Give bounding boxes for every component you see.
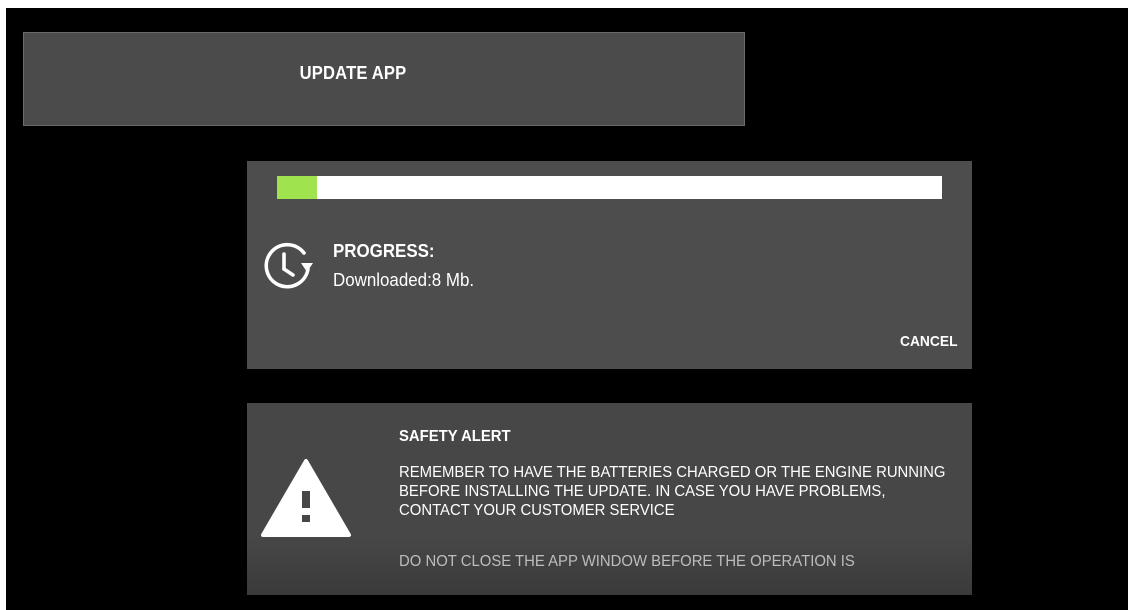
progress-panel: PROGRESS: Downloaded:8 Mb. CANCEL — [247, 161, 972, 369]
warning-icon — [261, 459, 351, 537]
progress-bar — [277, 176, 942, 199]
progress-bar-fill — [277, 176, 317, 199]
page-title: UPDATE APP — [299, 62, 407, 83]
clock-refresh-icon — [264, 242, 313, 289]
cancel-button[interactable]: CANCEL — [900, 333, 958, 350]
app-screen: UPDATE APP PROGRESS: Downloaded:8 Mb. CA… — [6, 8, 1128, 610]
header-bar: UPDATE APP — [23, 32, 745, 126]
alert-title: SAFETY ALERT — [399, 428, 511, 445]
alert-warning-text: DO NOT CLOSE THE APP WINDOW BEFORE THE O… — [399, 553, 855, 570]
progress-label: PROGRESS: — [333, 241, 435, 261]
download-status: Downloaded:8 Mb. — [333, 270, 475, 290]
alert-message: REMEMBER TO HAVE THE BATTERIES CHARGED O… — [399, 464, 946, 519]
safety-alert-panel: SAFETY ALERT REMEMBER TO HAVE THE BATTER… — [247, 403, 972, 595]
